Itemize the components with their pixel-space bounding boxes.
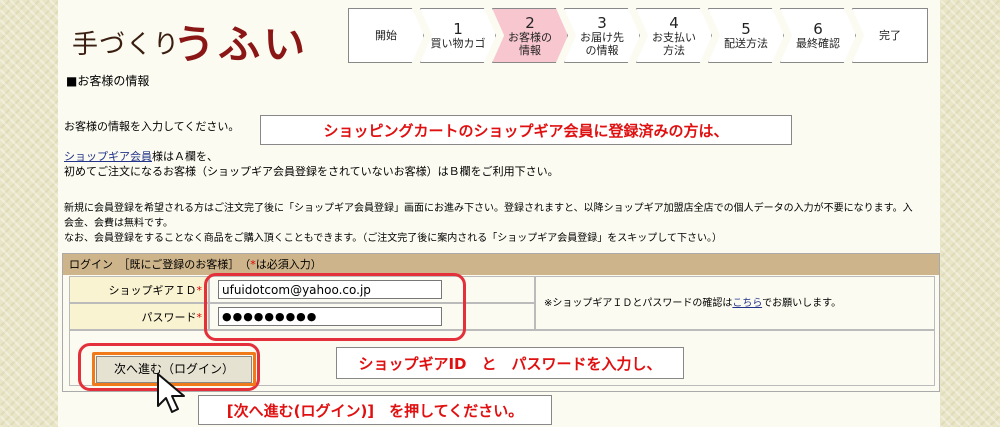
- checkout-step-4: 3 お届け先 の情報: [564, 8, 640, 63]
- step-number: 4: [669, 13, 679, 32]
- note-suffix: でお願いします。: [762, 298, 842, 309]
- step-label: 情報: [519, 43, 541, 57]
- step-label: お届け先: [580, 30, 624, 44]
- step-label: 買い物カゴ: [430, 37, 486, 50]
- note-link[interactable]: こちら: [732, 298, 762, 309]
- section-title: ■お客様の情報: [66, 74, 150, 88]
- checkout-step-8: 完了: [852, 8, 928, 63]
- logo-prefix: 手づくり: [72, 30, 181, 60]
- id-password-note: ※ショップギアＩＤとパスワードの確認はこちらでお願いします。: [535, 276, 935, 330]
- member-line: ショップギア会員様はＡ欄を、: [64, 150, 218, 164]
- step-number: 3: [597, 13, 607, 32]
- info-line-3: なお、会員登録をすることなく商品をご購入頂くこともできます。（ご注文完了後に案内…: [64, 233, 722, 244]
- callout-bottom: [次へ進む(ログイン)] を押してください。: [198, 395, 552, 425]
- step-number: 1: [453, 20, 463, 38]
- mouse-cursor-icon: [157, 373, 185, 413]
- callout-top: ショッピングカートのショップギア会員に登録済みの方は、: [260, 115, 792, 145]
- id-required-mark: *: [196, 284, 203, 297]
- step-label: 方法: [663, 43, 685, 57]
- checkout-step-3: 2 お客様の 情報: [492, 8, 568, 63]
- id-label-text: ショップギアＩＤ: [108, 284, 197, 297]
- header-prefix: ログイン ［既にご登録のお客様］ （: [69, 258, 251, 271]
- checkout-step-5: 4 お支払い 方法: [636, 8, 712, 63]
- step-number: 6: [813, 20, 823, 38]
- step-label: 最終確認: [796, 37, 840, 50]
- step-label: お客様の: [508, 30, 552, 44]
- logo-name: うふい: [173, 21, 309, 68]
- checkout-step-7: 6 最終確認: [780, 8, 856, 63]
- info-line-2: 会金、会費は無料です。: [64, 218, 173, 229]
- password-label: パスワード*: [69, 303, 209, 330]
- first-time-line: 初めてご注文になるお客様（ショップギア会員登録をされていないお客様）はＢ欄をご利…: [64, 165, 559, 178]
- step-label: 配送方法: [724, 37, 768, 50]
- info-line-1: 新規に会員登録を希望される方はご注文完了後に「ショップギア会員登録」画面にお進み…: [64, 203, 913, 214]
- checkout-steps: 開始 1 買い物カゴ 2 お客様の 情報 3 お届け先 の情報 4 お支払い 方法 5 配送方法 6 最終確認…: [348, 8, 938, 63]
- input-highlight-ring: [204, 273, 466, 341]
- member-line-rest: 様はＡ欄を、: [152, 150, 218, 163]
- note-prefix: ※ショップギアＩＤとパスワードの確認は: [544, 298, 733, 309]
- callout-middle: ショップギアID と パスワードを入力し、: [336, 347, 684, 379]
- id-label: ショップギアＩＤ*: [69, 276, 209, 303]
- member-link[interactable]: ショップギア会員: [64, 150, 152, 163]
- step-label: の情報: [585, 43, 619, 57]
- step-label: 完了: [879, 29, 901, 42]
- step-label: 開始: [375, 29, 397, 42]
- page-panel: 手づくり うふい 開始 1 買い物カゴ 2 お客様の 情報 3 お届け先 の情報 4 お支払い 方法 5…: [58, 0, 940, 427]
- checkout-step-2: 1 買い物カゴ: [420, 8, 496, 63]
- password-label-text: パスワード: [141, 311, 197, 324]
- step-label: お支払い: [652, 30, 696, 44]
- checkout-step-6: 5 配送方法: [708, 8, 784, 63]
- intro-text: お客様の情報を入力してください。: [64, 120, 240, 133]
- checkout-step-1: 開始: [348, 8, 424, 63]
- login-form-header: ログイン ［既にご登録のお客様］ （*は必須入力）: [63, 254, 939, 275]
- step-number: 5: [741, 20, 751, 38]
- password-required-mark: *: [196, 311, 203, 324]
- header-suffix: は必須入力）: [255, 258, 322, 271]
- step-number: 2: [525, 13, 535, 32]
